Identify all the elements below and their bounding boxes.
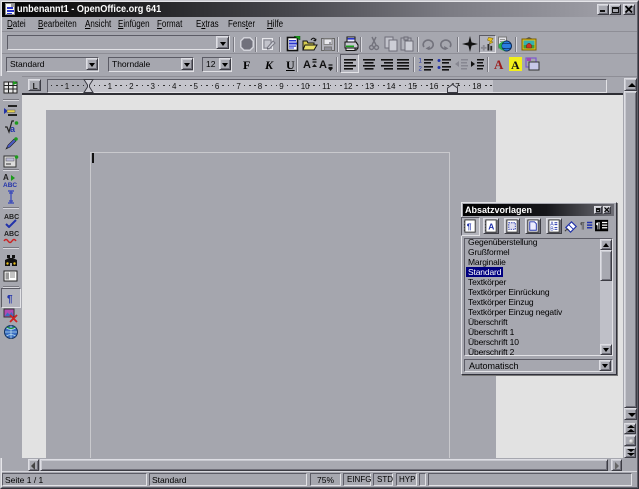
svg-text:A: A [511,58,520,72]
svg-text:ABC: ABC [3,182,17,188]
svg-text:2: 2 [419,67,423,73]
svg-text:ABC: ABC [4,214,19,221]
svg-text:A: A [303,59,311,71]
svg-text:ABC: ABC [4,231,19,238]
svg-text:A: A [319,59,327,71]
svg-text:¶: ¶ [7,294,13,305]
svg-text:1: 1 [419,59,423,65]
svg-text:A: A [494,57,504,72]
svg-text:a: a [10,124,16,134]
svg-text:A: A [3,173,9,182]
